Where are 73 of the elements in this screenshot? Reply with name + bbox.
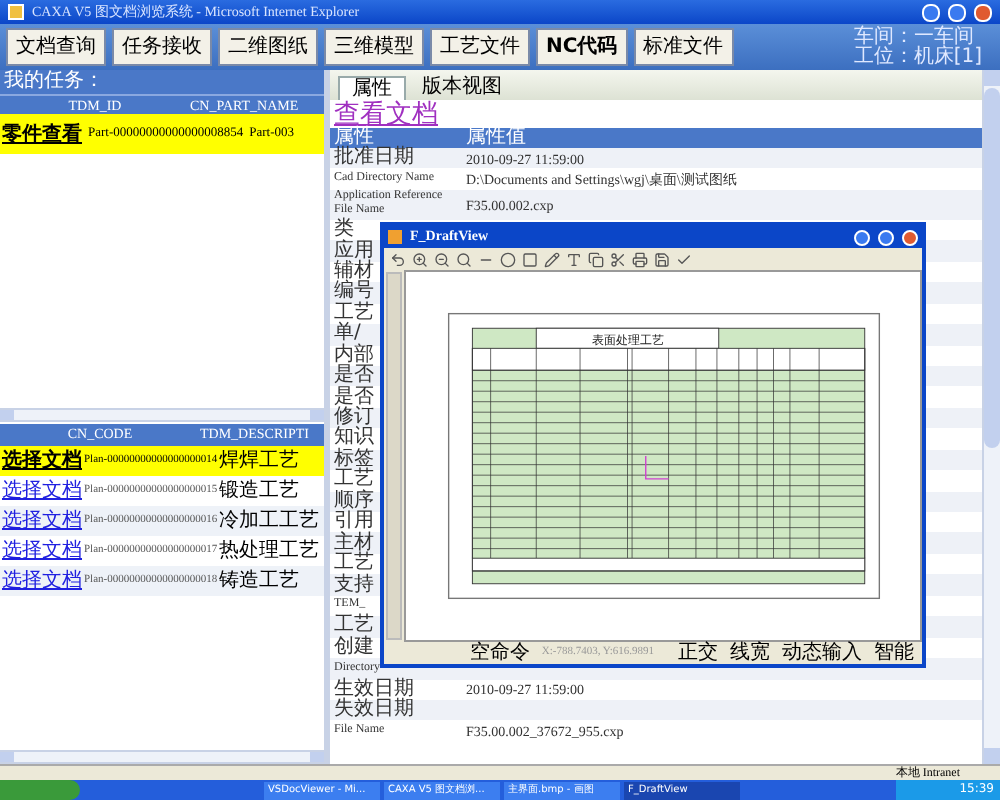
start-button[interactable]: [0, 780, 80, 800]
command-status: 空命令: [469, 643, 530, 663]
tab[interactable]: 版本视图: [410, 76, 514, 100]
status-toggle[interactable]: 线宽: [730, 643, 770, 663]
toolbar-button[interactable]: 文档查询: [6, 28, 106, 66]
horizontal-scrollbar[interactable]: [0, 750, 324, 764]
workstation-info: 工位：机床[1]: [853, 47, 982, 67]
property-name: 内部: [334, 345, 374, 366]
property-name: 主材: [334, 533, 374, 554]
table-cell-text: 铸造工艺: [219, 567, 300, 596]
toolbar-button[interactable]: 任务接收: [112, 28, 212, 66]
property-name: 是否: [334, 387, 374, 408]
property-name: 创建: [334, 637, 374, 658]
copy-icon[interactable]: [588, 251, 604, 267]
property-name: 失效日期: [334, 700, 414, 721]
status-toggle[interactable]: 动态输入: [782, 643, 862, 663]
vertical-scrollbar[interactable]: [982, 70, 1000, 764]
undo-icon[interactable]: [390, 251, 406, 267]
close-icon[interactable]: [974, 3, 992, 21]
property-name: 顺序: [334, 491, 374, 512]
select-document-link[interactable]: 选择文档: [2, 536, 82, 566]
browser-icon: [8, 4, 24, 20]
table-cell-text: 锻造工艺: [219, 477, 300, 506]
text-icon[interactable]: [566, 251, 582, 267]
printer-icon[interactable]: [632, 251, 648, 267]
property-name: 修订: [334, 408, 374, 429]
property-name: 工艺: [334, 303, 374, 324]
pencil-icon[interactable]: [544, 251, 560, 267]
table-cell-text: 冷加工工艺: [219, 507, 320, 536]
status-toggle[interactable]: 智能: [874, 643, 914, 663]
property-name: 生效日期: [334, 679, 414, 700]
zoom-out-icon[interactable]: [434, 251, 450, 267]
workstation-info: 车间：一车间: [853, 27, 974, 47]
select-document-link[interactable]: 选择文档: [2, 506, 82, 536]
save-icon[interactable]: [654, 251, 670, 267]
toolbar-button[interactable]: 标准文件: [633, 28, 734, 66]
property-name: 工艺: [334, 554, 374, 575]
toolbar-button[interactable]: 三维模型: [324, 28, 424, 66]
property-name: 单/: [334, 324, 361, 345]
scissors-icon[interactable]: [610, 251, 626, 267]
property-name: 标签: [334, 449, 374, 470]
property-name: 工艺: [334, 470, 374, 491]
select-document-link[interactable]: 选择文档: [2, 446, 82, 476]
property-name: 编号: [334, 282, 374, 303]
task-label: 我的任务：: [4, 70, 104, 94]
circle-icon[interactable]: [500, 251, 516, 267]
property-name: 批准日期: [334, 148, 414, 169]
property-name: 支持: [334, 575, 374, 596]
rectangle-icon[interactable]: [522, 251, 538, 267]
toolbar-button[interactable]: NC代码: [536, 28, 628, 66]
table-cell-text: 热处理工艺: [219, 537, 320, 566]
property-name: 应用: [334, 241, 374, 262]
select-document-link[interactable]: 选择文档: [2, 566, 82, 596]
property-name: 引用: [334, 512, 374, 533]
toolbar-button[interactable]: 工艺文件: [430, 28, 530, 66]
search-icon[interactable]: [456, 251, 472, 267]
property-name: 是否: [334, 366, 374, 387]
view-document-link[interactable]: 查看文档: [334, 101, 438, 127]
toolbar-button[interactable]: 二维图纸: [218, 28, 318, 66]
status-toggle[interactable]: 正交: [678, 643, 718, 663]
select-document-link[interactable]: 选择文档: [2, 476, 82, 506]
property-name: 知识: [334, 428, 374, 449]
check-icon[interactable]: [676, 251, 692, 267]
zoom-in-icon[interactable]: [412, 251, 428, 267]
property-name: 辅材: [334, 261, 374, 282]
app-icon: [388, 230, 402, 244]
property-name: 类: [334, 220, 354, 241]
table-cell-text: 焊焊工艺: [219, 447, 300, 476]
tab[interactable]: 属性: [338, 76, 406, 100]
close-icon[interactable]: [902, 229, 918, 245]
view-part-link[interactable]: 零件查看: [2, 119, 82, 149]
horizontal-scrollbar[interactable]: [0, 408, 324, 422]
property-name: 工艺: [334, 616, 374, 637]
